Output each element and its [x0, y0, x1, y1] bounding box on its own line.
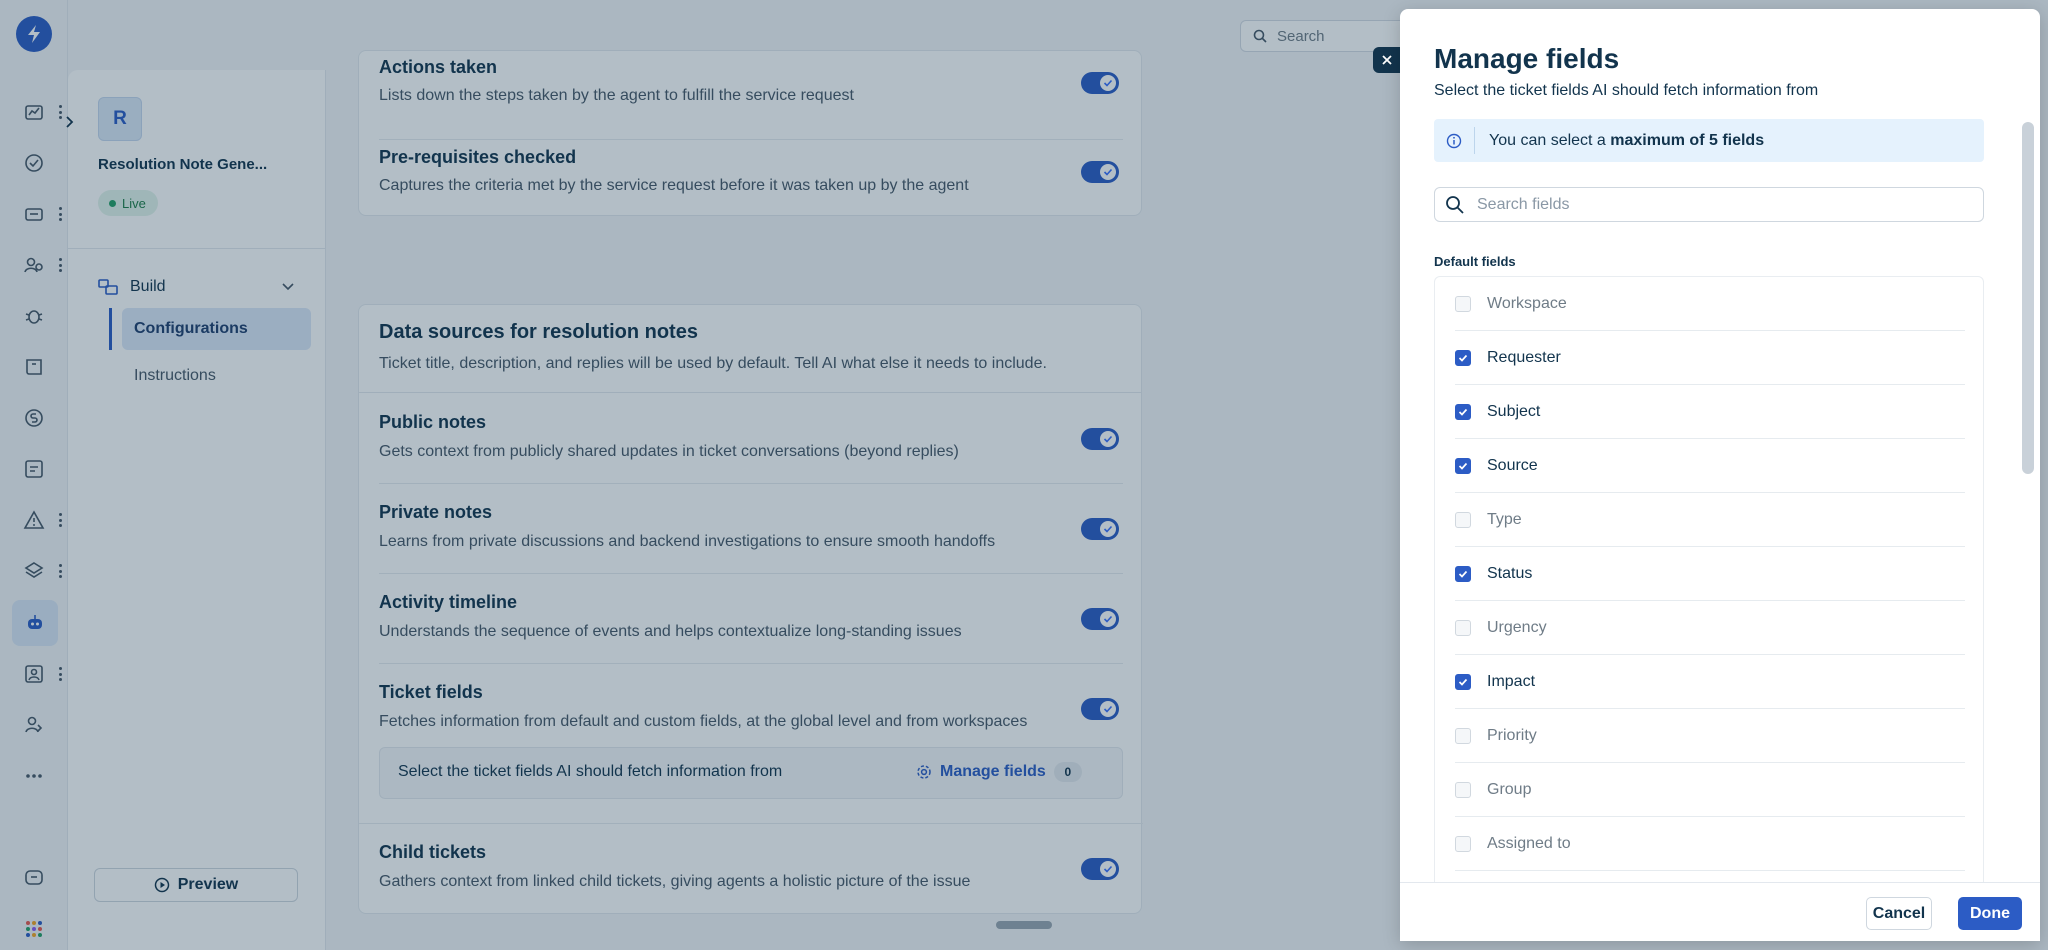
- field-row[interactable]: Type: [1455, 493, 1965, 547]
- panel-title: Manage fields: [1434, 43, 1620, 74]
- field-checkbox[interactable]: [1455, 349, 1471, 366]
- field-label: Status: [1487, 564, 1533, 582]
- field-checkbox[interactable]: [1455, 727, 1471, 744]
- info-text-prefix: You can select a: [1489, 131, 1611, 149]
- done-button[interactable]: Done: [1958, 897, 2022, 930]
- panel-subtitle: Select the ticket fields AI should fetch…: [1434, 82, 1819, 99]
- field-checkbox[interactable]: [1455, 511, 1471, 528]
- field-checkbox[interactable]: [1455, 781, 1471, 798]
- field-label: Urgency: [1487, 618, 1547, 636]
- field-label: Requester: [1487, 348, 1561, 366]
- manage-fields-panel: Manage fields Select the ticket fields A…: [1400, 9, 2040, 941]
- field-label: Subject: [1487, 402, 1541, 420]
- field-checkbox[interactable]: [1455, 457, 1471, 474]
- default-fields-list: Workspace Requester Subject Source Type Statu…: [1434, 276, 1984, 916]
- field-checkbox[interactable]: [1455, 619, 1471, 636]
- field-label: Group: [1487, 780, 1532, 798]
- search-icon: [1446, 195, 1464, 214]
- panel-scrollbar[interactable]: [2022, 122, 2034, 474]
- info-text-bold: maximum of 5 fields: [1610, 131, 1765, 149]
- field-checkbox[interactable]: [1455, 565, 1471, 582]
- panel-footer: Cancel Done: [1400, 882, 2040, 941]
- field-row[interactable]: Priority: [1455, 709, 1965, 763]
- cancel-button[interactable]: Cancel: [1866, 897, 1932, 930]
- field-row[interactable]: Urgency: [1455, 601, 1965, 655]
- field-checkbox[interactable]: [1455, 835, 1471, 852]
- field-row[interactable]: Impact: [1455, 655, 1965, 709]
- field-row[interactable]: Requester: [1455, 331, 1965, 385]
- info-banner: You can select a maximum of 5 fields: [1434, 119, 1984, 162]
- default-fields-label: Default fields: [1434, 254, 1516, 269]
- field-label: Source: [1487, 456, 1538, 474]
- field-label: Workspace: [1487, 294, 1567, 312]
- field-label: Impact: [1487, 672, 1536, 690]
- field-row[interactable]: Subject: [1455, 385, 1965, 439]
- field-row[interactable]: Status: [1455, 547, 1965, 601]
- field-label: Priority: [1487, 726, 1537, 744]
- field-row[interactable]: Assigned to: [1455, 817, 1965, 871]
- field-row[interactable]: Workspace: [1455, 277, 1965, 331]
- search-fields-input[interactable]: [1477, 195, 1957, 214]
- field-checkbox[interactable]: [1455, 403, 1471, 420]
- field-row[interactable]: Group: [1455, 763, 1965, 817]
- close-panel-button[interactable]: [1373, 47, 1401, 73]
- info-icon: [1446, 133, 1462, 148]
- field-label: Assigned to: [1487, 834, 1571, 852]
- info-divider: [1474, 127, 1475, 154]
- field-label: Type: [1487, 510, 1522, 528]
- field-checkbox[interactable]: [1455, 673, 1471, 690]
- search-fields-box[interactable]: [1434, 187, 1984, 222]
- field-checkbox[interactable]: [1455, 295, 1471, 312]
- close-icon: [1382, 55, 1392, 65]
- field-row[interactable]: Source: [1455, 439, 1965, 493]
